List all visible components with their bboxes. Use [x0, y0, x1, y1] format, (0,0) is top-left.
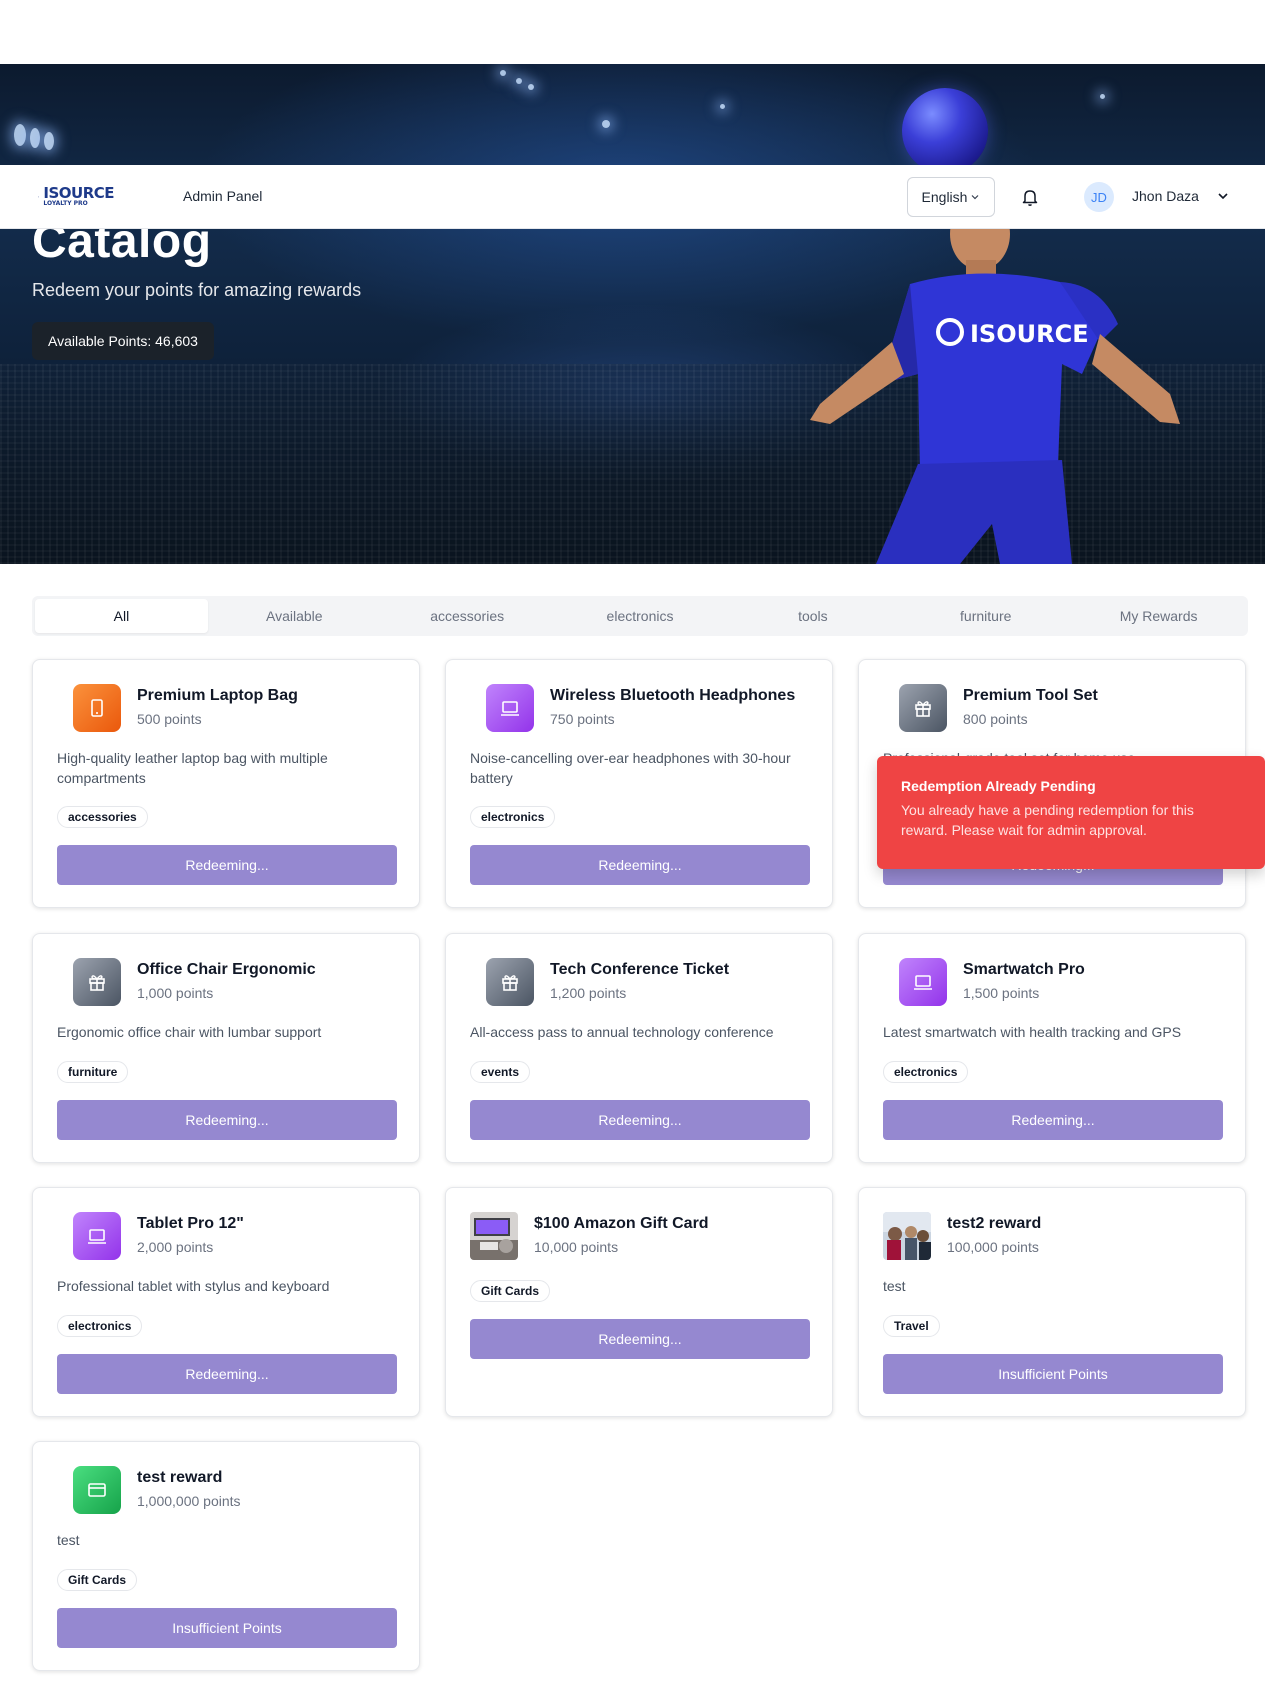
reward-category-badge: furniture [57, 1061, 129, 1083]
reward-points: 800 points [963, 711, 1028, 727]
phone-icon [73, 684, 121, 732]
reward-points: 1,000,000 points [137, 1493, 241, 1509]
reward-points: 500 points [137, 711, 202, 727]
available-points-badge: Available Points: 46,603 [32, 322, 214, 360]
tab-my-rewards[interactable]: My Rewards [1072, 599, 1245, 633]
tab-tools[interactable]: tools [726, 599, 899, 633]
laptop-icon [899, 958, 947, 1006]
reward-category-badge: Gift Cards [57, 1569, 138, 1591]
redeem-button[interactable]: Redeeming... [470, 1100, 810, 1140]
player-image: ISOURCE [810, 224, 1180, 564]
soccer-ball-image [902, 88, 988, 174]
reward-category-badge: electronics [470, 806, 556, 828]
reward-title: $100 Amazon Gift Card [534, 1215, 709, 1232]
reward-points: 1,000 points [137, 985, 214, 1001]
tab-available[interactable]: Available [208, 599, 381, 633]
redeem-button[interactable]: Redeeming... [57, 1354, 397, 1394]
gift-icon [486, 958, 534, 1006]
reward-title: Premium Laptop Bag [137, 687, 298, 704]
reward-card: Premium Laptop Bag 500 points High-quali… [32, 659, 420, 908]
reward-description: High-quality leather laptop bag with mul… [57, 750, 328, 786]
bell-icon[interactable] [1020, 187, 1040, 207]
reward-title: test reward [137, 1469, 223, 1486]
page-subtitle: Redeem your points for amazing rewards [32, 280, 362, 300]
reward-title: Office Chair Ergonomic [137, 961, 316, 978]
laptop-icon [73, 1212, 121, 1260]
reward-points: 2,000 points [137, 1239, 214, 1255]
reward-card: Tablet Pro 12" 2,000 points Professional… [32, 1187, 420, 1417]
svg-text:ISOURCE: ISOURCE [970, 320, 1089, 348]
logo-swirl-icon [38, 196, 40, 198]
reward-card: Smartwatch Pro 1,500 points Latest smart… [858, 933, 1246, 1163]
reward-category-badge: Gift Cards [470, 1280, 551, 1302]
tab-electronics[interactable]: electronics [554, 599, 727, 633]
reward-photo-thumbnail [883, 1212, 931, 1260]
reward-points: 1,500 points [963, 985, 1040, 1001]
reward-points: 100,000 points [947, 1239, 1039, 1255]
reward-points: 750 points [550, 711, 615, 727]
redeem-button[interactable]: Insufficient Points [57, 1608, 397, 1648]
gift-icon [73, 958, 121, 1006]
credit-card-icon [73, 1466, 121, 1514]
user-menu-chevron-icon[interactable] [1216, 189, 1230, 203]
top-navbar: ISOURCE LOYALTY PRO Admin Panel English … [0, 165, 1265, 229]
reward-description: test [57, 1532, 80, 1548]
reward-title: Premium Tool Set [963, 687, 1098, 704]
reward-category-badge: electronics [883, 1061, 969, 1083]
hero-banner: ISOURCE Catalog Redeem your points for a… [0, 64, 1265, 564]
reward-card: $100 Amazon Gift Card 10,000 points Gift… [445, 1187, 833, 1417]
reward-category-badge: electronics [57, 1315, 143, 1337]
language-label: English [921, 189, 968, 205]
isource-logo[interactable]: ISOURCE LOYALTY PRO [38, 183, 114, 211]
tab-all[interactable]: All [35, 599, 208, 633]
user-name[interactable]: Jhon Daza [1132, 188, 1199, 204]
reward-card: Office Chair Ergonomic 1,000 points Ergo… [32, 933, 420, 1163]
reward-title: Tech Conference Ticket [550, 961, 730, 978]
toast-message: You already have a pending redemption fo… [901, 802, 1194, 838]
reward-title: Wireless Bluetooth Headphones [550, 687, 796, 704]
reward-points: 1,200 points [550, 985, 627, 1001]
reward-description: Latest smartwatch with health tracking a… [883, 1024, 1182, 1040]
reward-category-badge: events [470, 1061, 531, 1083]
tab-accessories[interactable]: accessories [381, 599, 554, 633]
redeem-button[interactable]: Insufficient Points [883, 1354, 1223, 1394]
reward-title: Tablet Pro 12" [137, 1215, 244, 1232]
reward-card: Tech Conference Ticket 1,200 points All-… [445, 933, 833, 1163]
language-selector[interactable]: English [907, 177, 995, 217]
reward-card: Wireless Bluetooth Headphones 750 points… [445, 659, 833, 908]
reward-title: test2 reward [947, 1215, 1042, 1232]
user-avatar[interactable]: JD [1084, 182, 1114, 212]
category-tabs: All Available accessories electronics to… [32, 596, 1248, 636]
error-toast[interactable]: Redemption Already Pending You already h… [877, 756, 1265, 869]
reward-category-badge: Travel [883, 1315, 940, 1337]
redeem-button[interactable]: Redeeming... [470, 1319, 810, 1359]
redeem-button[interactable]: Redeeming... [57, 845, 397, 885]
logo-wordmark: ISOURCE LOYALTY PRO [43, 184, 114, 208]
laptop-icon [486, 684, 534, 732]
tab-furniture[interactable]: furniture [899, 599, 1072, 633]
reward-description: Ergonomic office chair with lumbar suppo… [57, 1024, 322, 1040]
redeem-button[interactable]: Redeeming... [883, 1100, 1223, 1140]
reward-card: test reward 1,000,000 points test Gift C… [32, 1441, 420, 1671]
chevron-down-icon [972, 195, 979, 200]
reward-description: All-access pass to annual technology con… [470, 1024, 774, 1040]
reward-description: Noise-cancelling over-ear headphones wit… [470, 750, 791, 786]
admin-panel-link[interactable]: Admin Panel [183, 188, 262, 204]
toast-title: Redemption Already Pending [901, 778, 1096, 794]
redeem-button[interactable]: Redeeming... [470, 845, 810, 885]
reward-points: 10,000 points [534, 1239, 619, 1255]
reward-card: test2 reward 100,000 points test Travel … [858, 1187, 1246, 1417]
redeem-button[interactable]: Redeeming... [57, 1100, 397, 1140]
reward-photo-thumbnail [470, 1212, 518, 1260]
gift-icon [899, 684, 947, 732]
reward-description: test [883, 1278, 906, 1294]
reward-title: Smartwatch Pro [963, 961, 1085, 978]
reward-description: Professional tablet with stylus and keyb… [57, 1278, 330, 1294]
reward-category-badge: accessories [57, 806, 148, 828]
